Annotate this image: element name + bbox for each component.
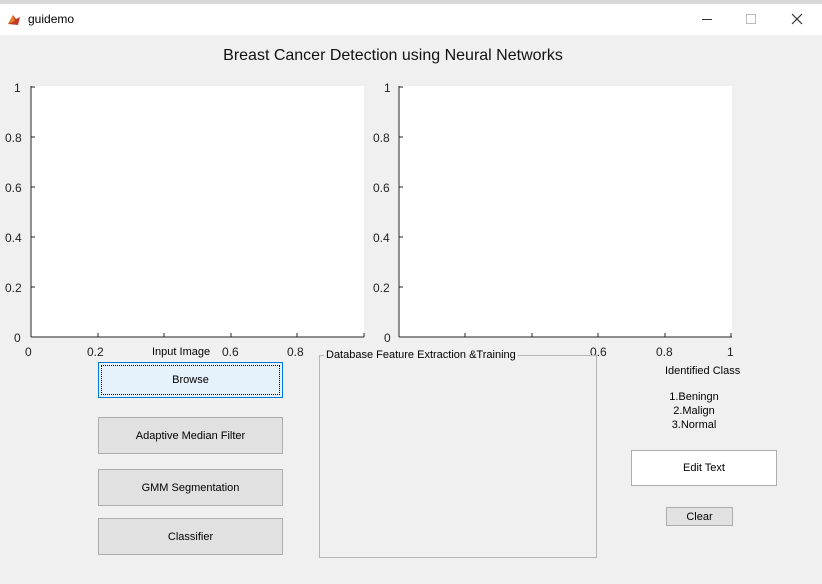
adaptive-median-filter-button[interactable]: Adaptive Median Filter <box>98 417 283 454</box>
class-list: 1.Beningn 2.Malign 3.Normal <box>660 390 728 432</box>
database-panel-title: Database Feature Extraction &Training <box>324 349 518 361</box>
database-panel <box>319 355 597 558</box>
classifier-button[interactable]: Classifier <box>98 518 283 555</box>
gmm-segmentation-button[interactable]: GMM Segmentation <box>98 469 283 506</box>
x-tick-label: 1 <box>727 345 734 359</box>
result-edit-text[interactable]: Edit Text <box>631 450 777 486</box>
y-tick-label: 0 <box>384 331 391 345</box>
browse-button[interactable]: Browse <box>98 362 283 398</box>
x-tick-label: 0.8 <box>656 345 673 359</box>
y-tick-label: 0.4 <box>373 231 390 245</box>
guidemo-window: guidemo Breast Cancer Detection using Ne… <box>0 0 822 584</box>
class-item: 3.Normal <box>671 419 717 431</box>
clear-button[interactable]: Clear <box>666 507 733 526</box>
y-tick-label: 0.8 <box>373 131 390 145</box>
y-tick-label: 1 <box>384 81 391 95</box>
class-item: 1.Beningn <box>669 391 719 403</box>
class-item: 2.Malign <box>673 405 715 417</box>
y-tick-label: 0.2 <box>373 281 390 295</box>
identified-class-label: Identified Class <box>665 365 741 377</box>
y-tick-label: 0.6 <box>373 181 390 195</box>
